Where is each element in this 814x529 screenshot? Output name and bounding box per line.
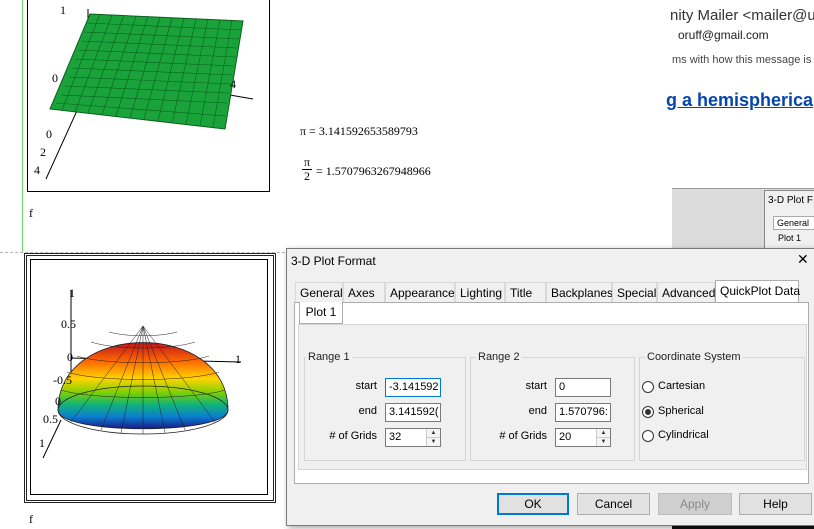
tick-label: 0.5	[43, 412, 58, 426]
preview-tab: Plot 1	[778, 233, 802, 243]
radio-button-selected[interactable]	[642, 406, 654, 418]
plot-2-function-label: f	[29, 512, 33, 526]
dialog-title: 3-D Plot Format	[291, 254, 376, 268]
cancel-button[interactable]: Cancel	[577, 493, 650, 515]
chevron-down-icon[interactable]: ▼	[427, 438, 440, 446]
email-subject-link[interactable]: g a hemispherica	[666, 90, 813, 111]
radio-cylindrical-label: Cylindrical	[658, 429, 709, 441]
range-2-end-label: end	[528, 405, 547, 417]
apply-button[interactable]: Apply	[658, 493, 732, 515]
chevron-up-icon[interactable]: ▲	[427, 429, 440, 438]
range-2-title: Range 2	[476, 351, 522, 363]
plot-1-box[interactable]: 1 0 0 2 4 4	[27, 0, 270, 192]
tick-label: 4	[34, 163, 40, 177]
tick-label: 1	[69, 286, 75, 300]
plot-2-box[interactable]: 1 0.5 0 -0.5 0 0.5 1 1	[30, 259, 268, 495]
stepper-arrows[interactable]: ▲ ▼	[426, 429, 440, 446]
half-pi-fraction[interactable]: π 2	[302, 156, 312, 183]
tick-label: 1	[39, 436, 45, 450]
tick-label: 1	[235, 352, 241, 366]
coordinate-system-title: Coordinate System	[645, 351, 743, 363]
fraction-numerator: π	[302, 155, 312, 170]
plane-surface-plot	[45, 9, 254, 180]
radio-cylindrical[interactable]: Cylindrical	[642, 429, 742, 445]
subtab-plot-1[interactable]: Plot 1	[299, 302, 343, 324]
range-1-start-input[interactable]: -3.141592	[385, 378, 441, 397]
tab-general[interactable]: General	[295, 282, 343, 302]
radio-button[interactable]	[642, 430, 654, 442]
range-1-end-input[interactable]: 3.141592(	[385, 403, 441, 422]
tab-special[interactable]: Special	[612, 282, 657, 302]
email-display-note[interactable]: ms with how this message is	[672, 54, 811, 66]
tick-label: 0	[52, 71, 58, 85]
tab-quickplot-data[interactable]: QuickPlot Data	[715, 280, 800, 303]
tab-title[interactable]: Title	[505, 282, 546, 302]
email-sender: nity Mailer <mailer@u	[670, 7, 814, 24]
preview-tab: General	[773, 216, 814, 230]
tick-label: 0	[55, 394, 61, 408]
chevron-down-icon[interactable]: ▼	[597, 438, 610, 446]
ok-button[interactable]: OK	[497, 493, 569, 515]
plot-1-function-label: f	[29, 206, 33, 220]
range-1-title: Range 1	[306, 351, 352, 363]
range-2-grids-stepper[interactable]: 20 ▲ ▼	[555, 428, 611, 447]
range-1-grids-stepper[interactable]: 32 ▲ ▼	[385, 428, 441, 447]
close-icon[interactable]: ✕	[797, 251, 809, 268]
half-pi-result: = 1.5707963267948966	[316, 164, 431, 178]
radio-spherical-label: Spherical	[658, 405, 704, 417]
tick-label: -0.5	[53, 373, 72, 387]
tick-label: 0	[67, 350, 73, 364]
range-1-grids-label: # of Grids	[329, 430, 377, 442]
email-recipient: oruff@gmail.com	[678, 28, 769, 42]
tab-backplanes[interactable]: Backplanes	[546, 282, 613, 302]
radio-cartesian[interactable]: Cartesian	[642, 380, 742, 396]
tab-advanced[interactable]: Advanced	[657, 282, 715, 302]
tick-label: 0.5	[61, 317, 76, 331]
region-guide-line	[22, 0, 23, 252]
tab-appearance[interactable]: Appearance	[385, 282, 455, 302]
radio-cartesian-label: Cartesian	[658, 380, 706, 392]
tab-lighting[interactable]: Lighting	[455, 282, 505, 302]
range-2-grids-label: # of Grids	[499, 430, 547, 442]
chevron-up-icon[interactable]: ▲	[597, 429, 610, 438]
fraction-denominator: 2	[304, 169, 310, 183]
help-button[interactable]: Help	[739, 493, 812, 515]
stepper-arrows[interactable]: ▲ ▼	[596, 429, 610, 446]
radio-spherical[interactable]: Spherical	[642, 405, 742, 421]
tick-label: 2	[40, 145, 46, 159]
range-2-start-label: start	[525, 380, 547, 392]
radio-button[interactable]	[642, 381, 654, 393]
range-1-grids-value: 32	[389, 431, 402, 443]
pi-result[interactable]: π = 3.141592653589793	[300, 124, 418, 139]
tick-label: 0	[46, 127, 52, 141]
tick-label: 1	[60, 3, 66, 17]
range-1-end-label: end	[358, 405, 377, 417]
tick-label: 4	[230, 77, 236, 91]
range-1-start-label: start	[355, 380, 377, 392]
range-2-end-input[interactable]: 1.570796:	[555, 403, 611, 422]
range-2-grids-value: 20	[559, 431, 572, 443]
range-2-start-input[interactable]: 0	[555, 378, 611, 397]
tab-axes[interactable]: Axes	[343, 282, 385, 302]
preview-title: 3-D Plot F	[768, 195, 814, 206]
